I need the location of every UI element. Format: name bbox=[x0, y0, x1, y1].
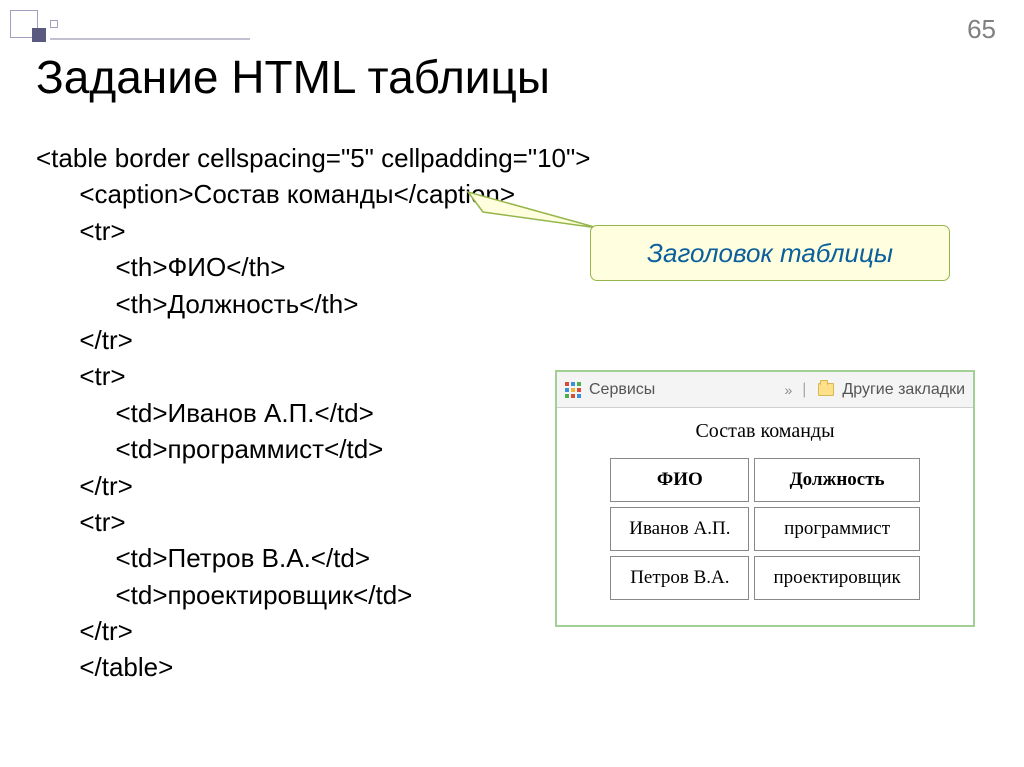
table-caption: Состав команды bbox=[575, 420, 955, 443]
code-line: <td>программист</td> bbox=[36, 434, 383, 464]
table-cell: программист bbox=[754, 507, 919, 551]
code-line: <th>Должность</th> bbox=[36, 289, 358, 319]
services-label[interactable]: Сервисы bbox=[589, 381, 655, 399]
bookmarks-bar: Сервисы » | Другие закладки bbox=[557, 372, 973, 408]
callout-box: Заголовок таблицы bbox=[590, 225, 950, 281]
page-number: 65 bbox=[967, 14, 996, 45]
other-bookmarks-label[interactable]: Другие закладки bbox=[842, 381, 965, 399]
code-line: <caption>Состав команды</caption> bbox=[36, 179, 515, 209]
browser-preview: Сервисы » | Другие закладки Состав коман… bbox=[555, 370, 975, 627]
code-line: </table> bbox=[36, 652, 173, 682]
demo-table: ФИО Должность Иванов А.П. программист Пе… bbox=[605, 453, 925, 605]
code-block: <table border cellspacing="5" cellpaddin… bbox=[36, 140, 590, 686]
bar-separator: | bbox=[802, 381, 806, 399]
code-line: <tr> bbox=[36, 507, 126, 537]
code-line: <th>ФИО</th> bbox=[36, 252, 285, 282]
browser-body: Состав команды ФИО Должность Иванов А.П.… bbox=[557, 408, 973, 625]
table-header: Должность bbox=[754, 458, 919, 502]
code-line: <tr> bbox=[36, 361, 126, 391]
code-line: </tr> bbox=[36, 325, 133, 355]
folder-icon bbox=[818, 383, 834, 396]
apps-icon bbox=[565, 382, 581, 398]
slide-decoration bbox=[10, 10, 90, 50]
code-line: <table border cellspacing="5" cellpaddin… bbox=[36, 143, 590, 173]
code-line: <td>проектировщик</td> bbox=[36, 580, 412, 610]
code-line: <tr> bbox=[36, 216, 126, 246]
chevron-icon[interactable]: » bbox=[784, 382, 790, 398]
table-row: ФИО Должность bbox=[610, 458, 920, 502]
code-line: <td>Петров В.А.</td> bbox=[36, 543, 370, 573]
table-cell: Иванов А.П. bbox=[610, 507, 749, 551]
table-cell: Петров В.А. bbox=[610, 556, 749, 600]
code-line: </tr> bbox=[36, 471, 133, 501]
table-row: Петров В.А. проектировщик bbox=[610, 556, 920, 600]
callout-text: Заголовок таблицы bbox=[647, 238, 893, 269]
page-title: Задание HTML таблицы bbox=[36, 50, 550, 104]
table-header: ФИО bbox=[610, 458, 749, 502]
code-line: <td>Иванов А.П.</td> bbox=[36, 398, 374, 428]
table-cell: проектировщик bbox=[754, 556, 919, 600]
code-line: </tr> bbox=[36, 616, 133, 646]
table-row: Иванов А.П. программист bbox=[610, 507, 920, 551]
